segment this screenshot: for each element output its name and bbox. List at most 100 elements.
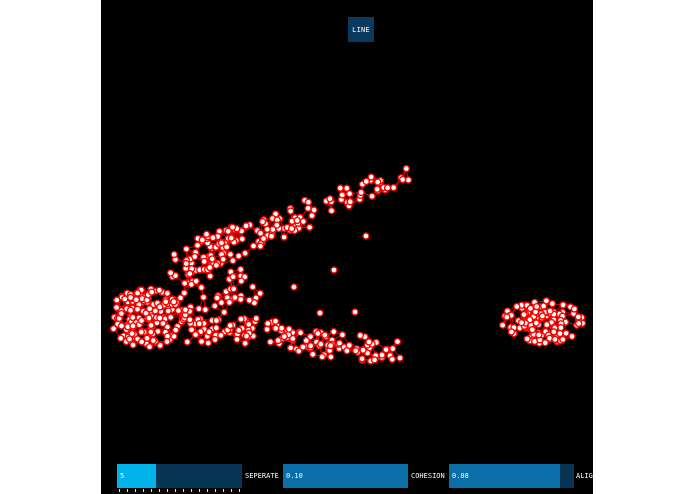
boid xyxy=(174,306,183,315)
boid xyxy=(285,325,293,333)
boid xyxy=(287,224,296,233)
boid xyxy=(532,319,540,327)
boid xyxy=(304,204,312,212)
boid xyxy=(293,216,301,225)
boid xyxy=(249,242,258,250)
boid xyxy=(164,307,172,315)
boid xyxy=(166,313,175,321)
boid xyxy=(126,306,135,315)
boid xyxy=(365,338,373,346)
boid xyxy=(145,342,154,351)
boid xyxy=(137,338,146,346)
boid xyxy=(129,322,137,330)
boid xyxy=(357,188,365,197)
boid xyxy=(352,347,360,355)
boid xyxy=(256,289,264,298)
boid xyxy=(290,283,298,291)
align-value: 0.08 xyxy=(452,472,469,480)
boid xyxy=(264,319,272,328)
boid xyxy=(535,331,543,339)
boid xyxy=(267,232,276,240)
boid xyxy=(226,250,235,259)
boid xyxy=(356,331,365,340)
boid xyxy=(299,343,307,351)
boid xyxy=(327,353,335,361)
boid xyxy=(543,321,551,329)
boid xyxy=(241,249,249,257)
boid xyxy=(200,257,208,266)
boid xyxy=(568,332,576,341)
boid xyxy=(197,283,206,292)
boid xyxy=(181,279,189,287)
boid xyxy=(351,308,359,316)
boid xyxy=(238,235,246,243)
boid xyxy=(326,341,335,350)
boid xyxy=(317,340,325,348)
simulation-canvas[interactable]: LINE 5 SEPERATE 0.10 COHESION 0.08 ALIGN xyxy=(101,0,593,494)
boid xyxy=(523,335,531,343)
boid xyxy=(199,293,208,302)
boid xyxy=(133,289,142,297)
boid xyxy=(383,184,392,192)
boid xyxy=(389,344,397,353)
boid xyxy=(186,269,194,278)
boid xyxy=(373,178,382,186)
boid xyxy=(170,250,178,259)
boid xyxy=(155,286,163,295)
separate-label: SEPERATE xyxy=(245,472,279,480)
boid xyxy=(211,335,219,344)
boid xyxy=(526,304,535,313)
boid xyxy=(316,309,324,317)
boid xyxy=(117,309,126,318)
boid xyxy=(109,325,118,333)
boid xyxy=(211,302,219,310)
boid xyxy=(358,355,366,363)
boid xyxy=(338,191,347,199)
boid xyxy=(137,316,146,325)
boid xyxy=(256,242,265,250)
boid xyxy=(183,338,191,346)
align-slider[interactable]: 0.08 xyxy=(449,464,574,488)
separate-slider[interactable]: 5 xyxy=(117,464,242,488)
boid xyxy=(147,328,155,336)
boid xyxy=(299,217,307,226)
boid xyxy=(201,306,210,314)
boid xyxy=(546,307,554,315)
boid xyxy=(202,230,211,238)
boids-visualization xyxy=(109,164,587,365)
separate-slider-ticks xyxy=(119,489,240,494)
boid xyxy=(226,321,234,330)
boid xyxy=(149,336,158,345)
boid xyxy=(162,298,170,306)
boid xyxy=(229,256,237,265)
boid xyxy=(345,190,354,198)
boid xyxy=(548,300,556,308)
cohesion-slider[interactable]: 0.10 xyxy=(283,464,408,488)
boid xyxy=(306,342,315,350)
boid xyxy=(335,339,344,347)
boid xyxy=(225,298,234,307)
boid xyxy=(378,351,386,359)
cohesion-label: COHESION xyxy=(411,472,445,480)
boid xyxy=(186,316,194,324)
boid xyxy=(151,307,159,315)
boid xyxy=(198,236,206,244)
boid xyxy=(330,328,338,336)
boid xyxy=(532,302,541,311)
boid xyxy=(224,227,232,235)
boid xyxy=(305,223,314,231)
boid xyxy=(132,296,140,304)
boid xyxy=(557,323,565,332)
boids xyxy=(109,164,587,365)
boid xyxy=(402,164,410,173)
boid xyxy=(166,269,175,277)
boid xyxy=(389,183,398,192)
boid xyxy=(263,325,271,333)
boid xyxy=(236,265,245,274)
line-mode-button[interactable]: LINE xyxy=(348,17,374,42)
boid xyxy=(570,305,579,313)
boid xyxy=(241,339,249,347)
boid xyxy=(396,354,404,362)
boid xyxy=(145,314,153,322)
boid xyxy=(326,195,334,203)
